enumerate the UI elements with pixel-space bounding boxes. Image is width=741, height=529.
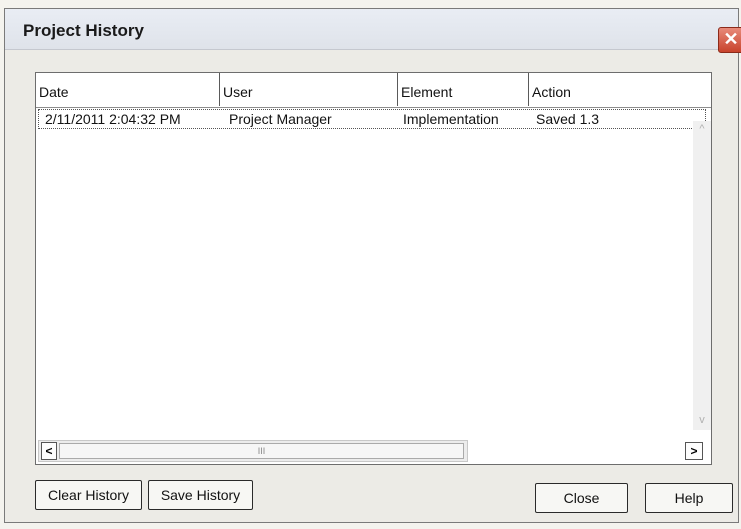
chevron-down-icon[interactable]: v <box>695 414 709 428</box>
close-icon[interactable]: ✕ <box>718 27 741 53</box>
vertical-scrollbar[interactable]: ^ v <box>693 121 711 430</box>
close-button[interactable]: Close <box>535 483 628 513</box>
column-header-date[interactable]: Date <box>36 73 220 106</box>
cell-action: Saved 1.3 <box>536 111 600 127</box>
cell-element: Implementation <box>403 111 499 127</box>
column-header-action[interactable]: Action <box>529 73 711 106</box>
list-header: Date User Element Action <box>36 73 711 108</box>
window-title: Project History <box>23 21 144 40</box>
title-bar[interactable]: Project History ✕ <box>5 9 741 53</box>
clear-history-button[interactable]: Clear History <box>35 480 142 510</box>
history-list[interactable]: Date User Element Action 2/11/2011 2:04:… <box>35 72 712 465</box>
help-button[interactable]: Help <box>645 483 733 513</box>
project-history-dialog: Project History ✕ Date User Element Acti… <box>4 8 741 523</box>
save-history-button[interactable]: Save History <box>148 480 253 510</box>
cell-user: Project Manager <box>229 111 332 127</box>
horizontal-scrollbar[interactable]: < III <box>38 440 468 462</box>
cell-date: 2/11/2011 2:04:32 PM <box>45 111 181 127</box>
chevron-up-icon[interactable]: ^ <box>695 123 709 137</box>
column-header-user[interactable]: User <box>220 73 398 106</box>
column-header-element[interactable]: Element <box>398 73 529 106</box>
table-row[interactable]: 2/11/2011 2:04:32 PM Project Manager Imp… <box>38 109 706 129</box>
chevron-right-icon[interactable]: > <box>685 442 703 460</box>
chevron-left-icon[interactable]: < <box>41 442 57 460</box>
scrollbar-thumb[interactable]: III <box>59 443 464 459</box>
